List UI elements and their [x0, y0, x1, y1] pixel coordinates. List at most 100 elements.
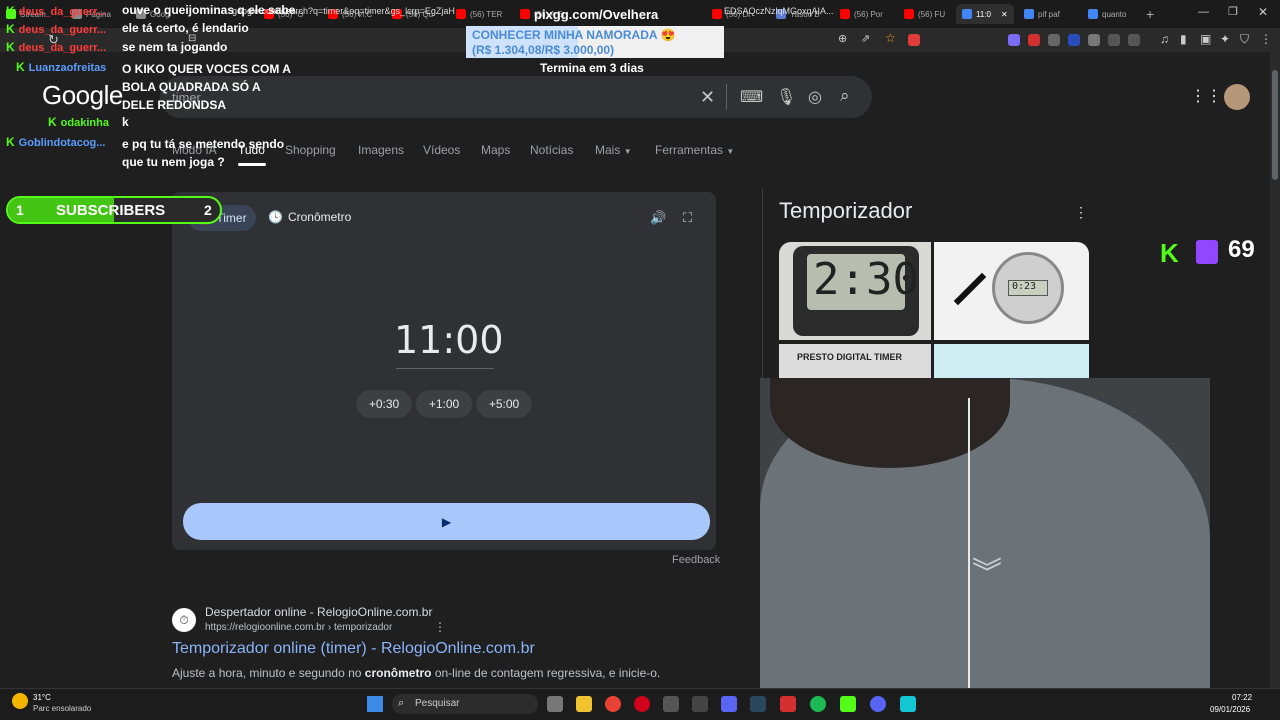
- maximize-button[interactable]: ❐: [1228, 5, 1238, 18]
- tab-videos[interactable]: Vídeos: [423, 143, 460, 157]
- task-view-icon[interactable]: [547, 696, 563, 712]
- tab-favicon-icon: [840, 9, 850, 19]
- result-site-name[interactable]: Despertador online - RelogioOnline.com.b…: [205, 605, 432, 619]
- weather-temp[interactable]: 31°C: [33, 693, 51, 702]
- lens-camera-icon[interactable]: ◎: [808, 87, 822, 107]
- windows-start-icon[interactable]: [367, 696, 383, 712]
- clock-date[interactable]: 09/01/2026: [1210, 705, 1250, 714]
- stream-chat: Kdeus_da_guerr... ouve o queijominas q e…: [0, 0, 300, 180]
- kick-badge-icon: K: [48, 115, 57, 129]
- stopwatch-image-2[interactable]: 0:23: [934, 242, 1089, 340]
- extension-icon[interactable]: [1008, 34, 1020, 46]
- weather-desc[interactable]: Parc ensolarado: [33, 704, 91, 713]
- extension-icon[interactable]: [1088, 34, 1100, 46]
- timer-image-4[interactable]: [934, 344, 1089, 378]
- opera-icon[interactable]: [634, 696, 650, 712]
- browser-icon[interactable]: [780, 696, 796, 712]
- avatar[interactable]: [1224, 84, 1250, 110]
- clear-search-icon[interactable]: ✕: [700, 87, 715, 108]
- browser-tab[interactable]: 11:0 ✕: [956, 4, 1014, 24]
- result-more-icon[interactable]: ⋮: [434, 620, 446, 634]
- clock-time[interactable]: 07:22: [1232, 693, 1252, 702]
- microphone-icon[interactable]: 🎙: [776, 87, 796, 107]
- shield-icon[interactable]: ⛉: [1240, 32, 1249, 47]
- chrome-icon[interactable]: [605, 696, 621, 712]
- sidebar-icon[interactable]: ▮: [1180, 32, 1187, 46]
- add-1min-button[interactable]: +1:00: [416, 390, 472, 418]
- browser-tab[interactable]: (56) FU: [898, 4, 960, 24]
- result-favicon-icon[interactable]: ⏱: [172, 608, 196, 632]
- menu-dots-icon[interactable]: ⋮: [1260, 32, 1272, 46]
- keyboard-icon[interactable]: ⌨: [740, 87, 763, 107]
- app-icon[interactable]: [840, 696, 856, 712]
- share-icon[interactable]: ⇗: [861, 32, 870, 45]
- address-bar-url-tail[interactable]: EDSAQczNzlqMGoxqAIA...: [724, 6, 834, 16]
- taskbar-search[interactable]: [392, 694, 538, 714]
- pix-goal-text: CONHECER MINHA NAMORADA 😍 (R$ 1.304,08/R…: [472, 28, 675, 58]
- start-button[interactable]: ▶: [183, 503, 710, 540]
- tab-ferramentas-label: Ferramentas: [655, 143, 724, 157]
- close-tab-icon[interactable]: ✕: [1001, 10, 1008, 19]
- tab-favicon-icon: [904, 9, 914, 19]
- copilot-icon[interactable]: ✦: [1220, 32, 1230, 46]
- sound-icon[interactable]: 🔊: [650, 210, 666, 226]
- fullscreen-icon[interactable]: ⛶: [683, 210, 692, 226]
- chevron-down-icon: ▼: [623, 147, 632, 156]
- app-icon[interactable]: [692, 696, 708, 712]
- file-explorer-icon[interactable]: [576, 696, 592, 712]
- search-icon[interactable]: ⌕: [840, 86, 850, 106]
- extension-icon[interactable]: [1028, 34, 1040, 46]
- zoom-icon[interactable]: ⊕: [838, 32, 847, 45]
- kick-badge-icon: K: [6, 22, 15, 36]
- app-icon[interactable]: [900, 696, 916, 712]
- timer-display[interactable]: 11:00: [394, 318, 504, 362]
- panel-menu-icon[interactable]: ⋮: [1074, 204, 1088, 221]
- puzzle-icon[interactable]: [1108, 34, 1120, 46]
- media-control-icon[interactable]: ♫: [1160, 32, 1169, 46]
- wallet-icon[interactable]: ▣: [1200, 32, 1211, 46]
- browser-tab[interactable]: (56) Por: [834, 4, 896, 24]
- tab-ferramentas[interactable]: Ferramentas ▼: [655, 143, 734, 157]
- app-icon[interactable]: [721, 696, 737, 712]
- feedback-link[interactable]: Feedback: [672, 554, 720, 566]
- snippet-highlight: cronômetro: [364, 666, 432, 680]
- chat-username: Luanzaofreitas: [28, 62, 107, 74]
- result-snippet: Ajuste a hora, minuto e segundo no cronô…: [172, 666, 660, 680]
- tab-favicon-icon: [1088, 9, 1098, 19]
- result-url[interactable]: https://relogioonline.com.br › temporiza…: [205, 622, 392, 633]
- chat-text: se nem ta jogando: [122, 40, 228, 54]
- extension-icon[interactable]: [1068, 34, 1080, 46]
- browser-tab[interactable]: pif paf: [1018, 4, 1080, 24]
- tab-maps[interactable]: Maps: [481, 143, 510, 157]
- tab-label: 11:0: [976, 9, 991, 19]
- browser-tab[interactable]: quanto: [1082, 4, 1144, 24]
- tab-noticias[interactable]: Notícias: [530, 143, 573, 157]
- taskbar-search-label[interactable]: Pesquisar: [415, 698, 459, 709]
- app-icon[interactable]: [750, 696, 766, 712]
- bookmark-star-icon[interactable]: ☆: [885, 31, 896, 45]
- chat-message: Kdeus_da_guerr...: [6, 22, 106, 36]
- app-icon[interactable]: [663, 696, 679, 712]
- close-window-button[interactable]: ✕: [1258, 5, 1268, 19]
- spotify-icon[interactable]: [810, 696, 826, 712]
- tab-mais[interactable]: Mais ▼: [595, 143, 632, 157]
- weather-icon[interactable]: [12, 693, 28, 709]
- result-title-link[interactable]: Temporizador online (timer) - RelogioOnl…: [172, 640, 535, 658]
- discord-icon[interactable]: [870, 696, 886, 712]
- timer-image-1[interactable]: 2:30: [779, 242, 931, 340]
- tab-stopwatch[interactable]: 🕓 Cronômetro: [268, 210, 351, 224]
- tab-imagens[interactable]: Imagens: [358, 143, 404, 157]
- minimize-button[interactable]: —: [1198, 6, 1209, 18]
- extension-icon[interactable]: [1128, 34, 1140, 46]
- extension-icon[interactable]: [1048, 34, 1060, 46]
- new-tab-button[interactable]: +: [1146, 6, 1154, 22]
- browser-tab[interactable]: (56) TER: [450, 4, 512, 24]
- panel-divider: [762, 188, 763, 388]
- viewer-count: 69: [1228, 236, 1255, 263]
- add-5min-button[interactable]: +5:00: [476, 390, 532, 418]
- timer-image-3[interactable]: PRESTO DIGITAL TIMER: [779, 344, 931, 378]
- add-30s-button[interactable]: +0:30: [356, 390, 412, 418]
- extension-icon[interactable]: [908, 34, 920, 46]
- scrollbar-thumb[interactable]: [1272, 70, 1278, 180]
- stopwatch-lanyard: [953, 272, 987, 306]
